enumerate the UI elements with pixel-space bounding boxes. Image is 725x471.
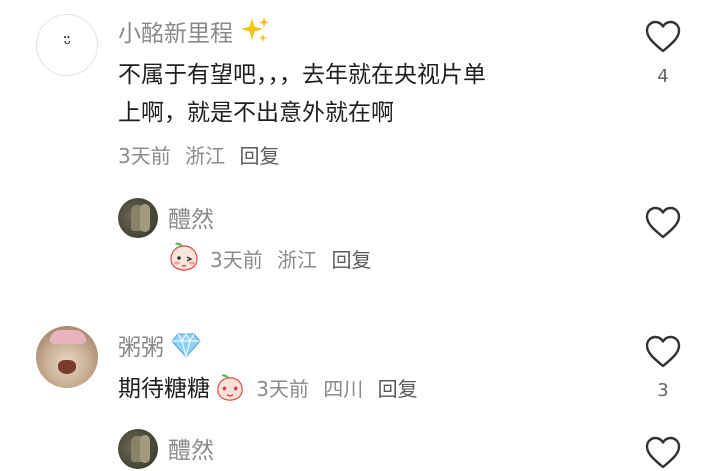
reply-button[interactable]: 回复 [331, 248, 371, 272]
diamond-icon [171, 332, 201, 364]
like-count: 3 [657, 380, 669, 401]
avatar[interactable] [118, 429, 158, 469]
reply-time: 3天前 [210, 248, 263, 272]
like-button[interactable] [645, 206, 681, 240]
username-text: 小酩新里程 [118, 21, 233, 47]
comment-text: 不属于有望吧，，，去年就在央视片单 上啊，就是不出意外就在啊 [118, 56, 618, 132]
reply-location: 浙江 [277, 248, 318, 272]
avatar[interactable] [118, 198, 158, 238]
comment-meta: 3天前 浙江 回复 [118, 140, 287, 169]
avatar-face: ᵕ̈ [63, 34, 72, 55]
comment-text: 期待糖糖 [118, 376, 210, 402]
reply-button[interactable]: 回复 [239, 144, 279, 168]
comment-time: 3天前 [118, 144, 171, 168]
comment-username[interactable]: 粥粥 [118, 328, 201, 364]
heart-icon [645, 206, 681, 239]
comment-time: 3天前 [256, 377, 309, 401]
username-text: 粥粥 [118, 335, 164, 361]
avatar[interactable] [36, 326, 98, 388]
like-count: 4 [657, 66, 669, 87]
like-button[interactable] [645, 335, 681, 369]
comment-location: 四川 [323, 377, 364, 401]
comment-line: 期待糖糖 3天前 四川 回复 [118, 370, 426, 408]
comment-username[interactable]: 小酩新里程 [118, 14, 270, 50]
peach-emoji-icon [215, 372, 245, 406]
heart-icon [645, 20, 681, 53]
comment-text-line: 上啊，就是不出意外就在啊 [118, 100, 394, 126]
reply-meta: 3天前 浙江 回复 [210, 244, 379, 273]
comment-text-line: 不属于有望吧，，，去年就在央视片单 [118, 62, 486, 88]
comment-location: 浙江 [185, 144, 226, 168]
like-button[interactable] [645, 436, 681, 471]
peach-emoji-icon [168, 240, 200, 276]
heart-icon [645, 436, 681, 469]
heart-icon [645, 335, 681, 368]
reply-button[interactable]: 回复 [378, 377, 418, 401]
avatar[interactable]: ᵕ̈ [36, 14, 98, 76]
reply-username[interactable]: 醴然 [168, 431, 214, 465]
sparkles-icon [240, 16, 270, 50]
like-button[interactable] [645, 20, 681, 54]
reply-username[interactable]: 醴然 [168, 200, 214, 234]
